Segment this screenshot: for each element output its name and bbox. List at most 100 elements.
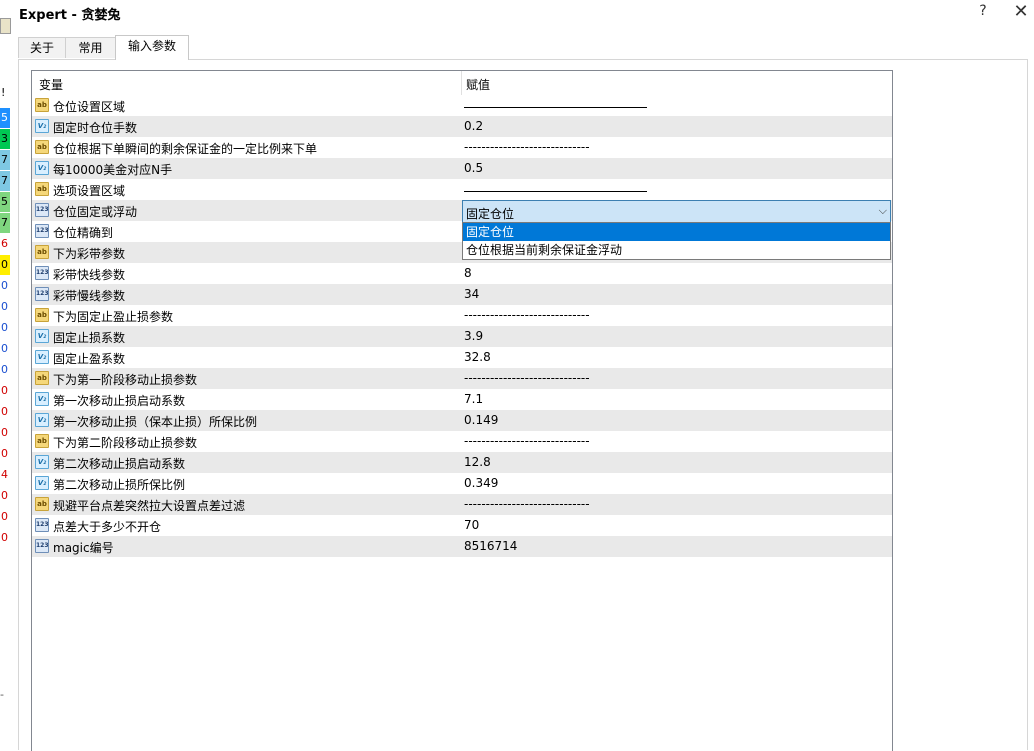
parameter-value[interactable]: 34: [464, 287, 479, 301]
parameter-row[interactable]: V₂ 第二次移动止损所保比例 0.349: [32, 473, 892, 494]
parameter-name: 仓位固定或浮动: [53, 205, 138, 219]
parameter-name: 选项设置区域: [53, 184, 126, 198]
parameter-row[interactable]: V₂ 固定止损系数 3.9: [32, 326, 892, 347]
strip-cell: 0: [0, 255, 10, 275]
close-button[interactable]: ✕: [1011, 1, 1031, 22]
parameter-row[interactable]: V₂ 每10000美金对应N手 0.5: [32, 158, 892, 179]
parameter-value[interactable]: 70: [464, 518, 479, 532]
parameter-row[interactable]: 123 magic编号 8516714: [32, 536, 892, 557]
parameter-name: 下为第二阶段移动止损参数: [53, 436, 198, 450]
parameter-value[interactable]: -----------------------------: [464, 371, 590, 385]
help-button[interactable]: ?: [973, 3, 993, 21]
parameter-value[interactable]: 0.349: [464, 476, 498, 490]
strip-cell: 0: [0, 297, 10, 317]
strip-dash: -: [0, 688, 4, 701]
separator-line: [464, 107, 647, 108]
parameter-value[interactable]: -----------------------------: [464, 308, 590, 322]
parameter-value[interactable]: 0.2: [464, 119, 483, 133]
parameter-name: 规避平台点差突然拉大设置点差过滤: [53, 499, 246, 513]
parameter-row[interactable]: ab 下为第二阶段移动止损参数 --------------------------…: [32, 431, 892, 452]
parameter-name: 仓位精确到: [53, 226, 114, 240]
tab-panel: 变量 赋值 ab 仓位设置区域 V₂ 固定时仓位手数 0.2 ab 仓位根据下单瞬间的剩余保…: [18, 59, 1028, 751]
string-type-icon: ab: [35, 497, 49, 511]
parameter-row[interactable]: ab 仓位设置区域: [32, 95, 892, 116]
strip-cell: 0: [0, 381, 10, 401]
parameter-value[interactable]: 8: [464, 266, 472, 280]
position-mode-select[interactable]: 固定仓位 ⌵: [462, 200, 891, 223]
double-type-icon: V₂: [35, 476, 49, 490]
position-mode-dropdown[interactable]: 固定仓位 仓位根据当前剩余保证金浮动: [462, 222, 891, 260]
parameter-name: 第一次移动止损（保本止损）所保比例: [53, 415, 258, 429]
parameter-name: 点差大于多少不开仓: [53, 520, 162, 534]
parameter-value[interactable]: -----------------------------: [464, 434, 590, 448]
column-divider[interactable]: [461, 71, 462, 95]
parameter-row[interactable]: 123 彩带慢线参数 34: [32, 284, 892, 305]
parameter-row[interactable]: 123 彩带快线参数 8: [32, 263, 892, 284]
string-type-icon: ab: [35, 308, 49, 322]
strip-cell: 5: [0, 108, 10, 128]
parameter-value[interactable]: -----------------------------: [464, 140, 590, 154]
select-value: 固定仓位: [466, 207, 515, 221]
tab-about[interactable]: 关于: [18, 37, 66, 58]
dropdown-option[interactable]: 固定仓位: [463, 223, 890, 241]
parameter-row[interactable]: V₂ 第一次移动止损（保本止损）所保比例 0.149: [32, 410, 892, 431]
window-title: Expert - 贪婪兔: [19, 8, 121, 23]
column-header-variable[interactable]: 变量: [39, 76, 63, 93]
double-type-icon: V₂: [35, 392, 49, 406]
parameter-value[interactable]: 8516714: [464, 539, 517, 553]
parameter-value[interactable]: 3.9: [464, 329, 483, 343]
parameter-name: 第二次移动止损启动系数: [53, 457, 186, 471]
parameter-value[interactable]: 32.8: [464, 350, 491, 364]
parameter-name: 第一次移动止损启动系数: [53, 394, 186, 408]
parameter-row[interactable]: 123 点差大于多少不开仓 70: [32, 515, 892, 536]
parameter-name: 下为第一阶段移动止损参数: [53, 373, 198, 387]
parameter-name: 固定止盈系数: [53, 352, 126, 366]
parameter-row[interactable]: V₂ 第二次移动止损启动系数 12.8: [32, 452, 892, 473]
parameter-name: 固定时仓位手数: [53, 121, 138, 135]
dropdown-option[interactable]: 仓位根据当前剩余保证金浮动: [463, 241, 890, 259]
parameter-value[interactable]: 12.8: [464, 455, 491, 469]
grid-header: 变量 赋值: [32, 71, 892, 95]
string-type-icon: ab: [35, 371, 49, 385]
parameter-name: 下为彩带参数: [53, 247, 126, 261]
string-type-icon: ab: [35, 434, 49, 448]
strip-cell: 0: [0, 402, 10, 422]
strip-cell: 7: [0, 213, 10, 233]
string-type-icon: ab: [35, 140, 49, 154]
parameter-row[interactable]: ab 选项设置区域: [32, 179, 892, 200]
parameter-row[interactable]: V₂ 固定止盈系数 32.8: [32, 347, 892, 368]
strip-cell: 0: [0, 444, 10, 464]
parameter-value[interactable]: -----------------------------: [464, 497, 590, 511]
app-icon: [0, 18, 11, 34]
column-header-value[interactable]: 赋值: [466, 76, 490, 93]
strip-cell: 4: [0, 465, 10, 485]
parameter-row[interactable]: ab 规避平台点差突然拉大设置点差过滤 ----------------------…: [32, 494, 892, 515]
string-type-icon: ab: [35, 98, 49, 112]
expert-dialog: Expert - 贪婪兔 ? ✕ 关于 常用 输入参数 变量 赋值 ab 仓位设置…: [11, 0, 1034, 751]
parameter-row[interactable]: ab 下为固定止盈止损参数 ----------------------------…: [32, 305, 892, 326]
strip-cell: 7: [0, 171, 10, 191]
string-type-icon: ab: [35, 245, 49, 259]
parameter-value[interactable]: 0.149: [464, 413, 498, 427]
separator-line: [464, 191, 647, 192]
title-bar: Expert - 贪婪兔 ? ✕: [11, 0, 1034, 26]
integer-type-icon: 123: [35, 266, 49, 280]
tab-input-params[interactable]: 输入参数: [115, 35, 189, 60]
parameter-value[interactable]: 0.5: [464, 161, 483, 175]
tab-common[interactable]: 常用: [65, 37, 116, 58]
strip-cell: 0: [0, 318, 10, 338]
parameter-row[interactable]: V₂ 第一次移动止损启动系数 7.1: [32, 389, 892, 410]
strip-cell: 0: [0, 423, 10, 443]
parameter-value[interactable]: 7.1: [464, 392, 483, 406]
parameter-row[interactable]: 123 仓位固定或浮动 固定仓位 ⌵: [32, 200, 892, 223]
strip-cell: 6: [0, 234, 10, 254]
parameter-row[interactable]: ab 仓位根据下单瞬间的剩余保证金的一定比例来下单 ----------------…: [32, 137, 892, 158]
parameter-row[interactable]: V₂ 固定时仓位手数 0.2: [32, 116, 892, 137]
parameter-name: 每10000美金对应N手: [53, 163, 173, 177]
strip-cell: 0: [0, 339, 10, 359]
parameter-name: 彩带慢线参数: [53, 289, 126, 303]
parameter-row[interactable]: ab 下为第一阶段移动止损参数 --------------------------…: [32, 368, 892, 389]
chevron-down-icon[interactable]: ⌵: [879, 204, 887, 218]
integer-type-icon: 123: [35, 224, 49, 238]
double-type-icon: V₂: [35, 413, 49, 427]
